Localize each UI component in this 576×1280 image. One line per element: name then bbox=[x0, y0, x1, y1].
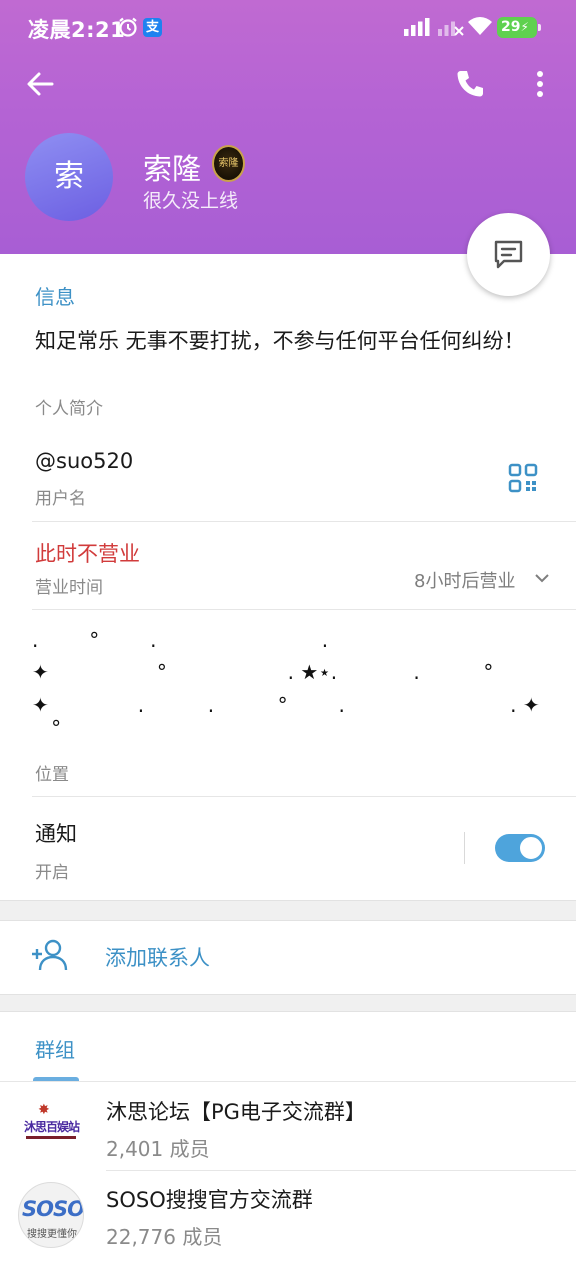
divider bbox=[106, 1170, 576, 1171]
divider bbox=[0, 1081, 576, 1082]
chevron-down-icon[interactable] bbox=[535, 573, 549, 583]
qr-code-icon[interactable] bbox=[507, 462, 539, 494]
username-text[interactable]: @suo520 bbox=[35, 449, 133, 473]
group-member-count: 22,776 成员 bbox=[106, 1225, 223, 1249]
location-label: 位置 bbox=[35, 765, 69, 785]
signal-off-icon bbox=[438, 21, 464, 36]
battery-icon: 29⚡ bbox=[497, 17, 541, 38]
business-hours-label: 营业时间 bbox=[35, 578, 103, 598]
profile-name: 索隆 bbox=[143, 152, 202, 186]
emoji-status-badge[interactable]: 索隆 bbox=[212, 145, 245, 182]
battery-level: 29 bbox=[501, 19, 521, 35]
location-line: . ° . . bbox=[32, 628, 329, 652]
message-icon bbox=[494, 240, 523, 269]
signal-icon bbox=[404, 18, 430, 36]
location-line: ✦ ° . ★⋆. . ° bbox=[32, 660, 494, 684]
notify-toggle[interactable] bbox=[495, 834, 545, 862]
location-line: ° bbox=[32, 716, 62, 740]
more-vertical-icon[interactable] bbox=[524, 66, 556, 102]
notify-state: 开启 bbox=[35, 863, 69, 883]
info-section-title: 信息 bbox=[35, 285, 75, 309]
wifi-icon bbox=[468, 17, 492, 35]
message-button[interactable] bbox=[467, 213, 550, 296]
add-contact-button[interactable]: 添加联系人 bbox=[105, 942, 210, 972]
charging-icon: ⚡ bbox=[520, 20, 529, 34]
avatar[interactable]: 索 bbox=[25, 133, 113, 221]
group-name[interactable]: 沐思论坛【PG电子交流群】 bbox=[106, 1096, 366, 1126]
section-gap bbox=[0, 900, 576, 921]
divider bbox=[32, 521, 576, 522]
star-icon: ✸ bbox=[38, 1102, 50, 1118]
alarm-icon bbox=[119, 17, 137, 37]
group-avatar-subtext: 搜搜更懂你 bbox=[27, 1229, 77, 1240]
business-hours-value[interactable]: 8小时后营业 bbox=[414, 567, 515, 593]
location-line: ✦ . . ° . . ✦ bbox=[32, 693, 540, 717]
group-avatar-text: SOSO bbox=[22, 1197, 84, 1221]
bio-label: 个人简介 bbox=[35, 399, 103, 419]
last-seen-status: 很久没上线 bbox=[143, 190, 239, 212]
groups-section-title[interactable]: 群组 bbox=[35, 1034, 75, 1063]
divider bbox=[32, 609, 576, 610]
group-name[interactable]: SOSO搜搜官方交流群 bbox=[106, 1184, 313, 1214]
group-member-count: 2,401 成员 bbox=[106, 1137, 210, 1161]
alipay-icon: 支 bbox=[143, 18, 162, 37]
toggle-separator bbox=[464, 832, 465, 864]
divider bbox=[32, 796, 576, 797]
business-status[interactable]: 此时不营业 bbox=[35, 538, 140, 568]
group-avatar-text: 沐思百娱站 bbox=[24, 1120, 80, 1134]
status-bar: 凌晨2:21 支 29⚡ bbox=[0, 0, 576, 56]
bio-text[interactable]: 知足常乐 无事不要打扰，不参与任何平台任何纠纷！ bbox=[35, 326, 545, 356]
notify-title[interactable]: 通知 bbox=[35, 818, 77, 848]
profile-header: 凌晨2:21 支 29⚡ 索 索隆 索隆 很久没上线 bbox=[0, 0, 576, 254]
logo-underline bbox=[26, 1136, 76, 1139]
group-avatar[interactable]: ✸ 沐思百娱站 bbox=[18, 1094, 84, 1160]
back-arrow-icon[interactable] bbox=[22, 66, 58, 102]
username-label: 用户名 bbox=[35, 489, 86, 509]
phone-icon[interactable] bbox=[452, 66, 488, 102]
toggle-knob bbox=[518, 835, 544, 861]
status-time: 凌晨2:21 bbox=[28, 18, 126, 42]
add-contact-icon[interactable] bbox=[30, 938, 70, 972]
group-avatar[interactable]: SOSO 搜搜更懂你 bbox=[18, 1182, 84, 1248]
section-gap bbox=[0, 994, 576, 1012]
